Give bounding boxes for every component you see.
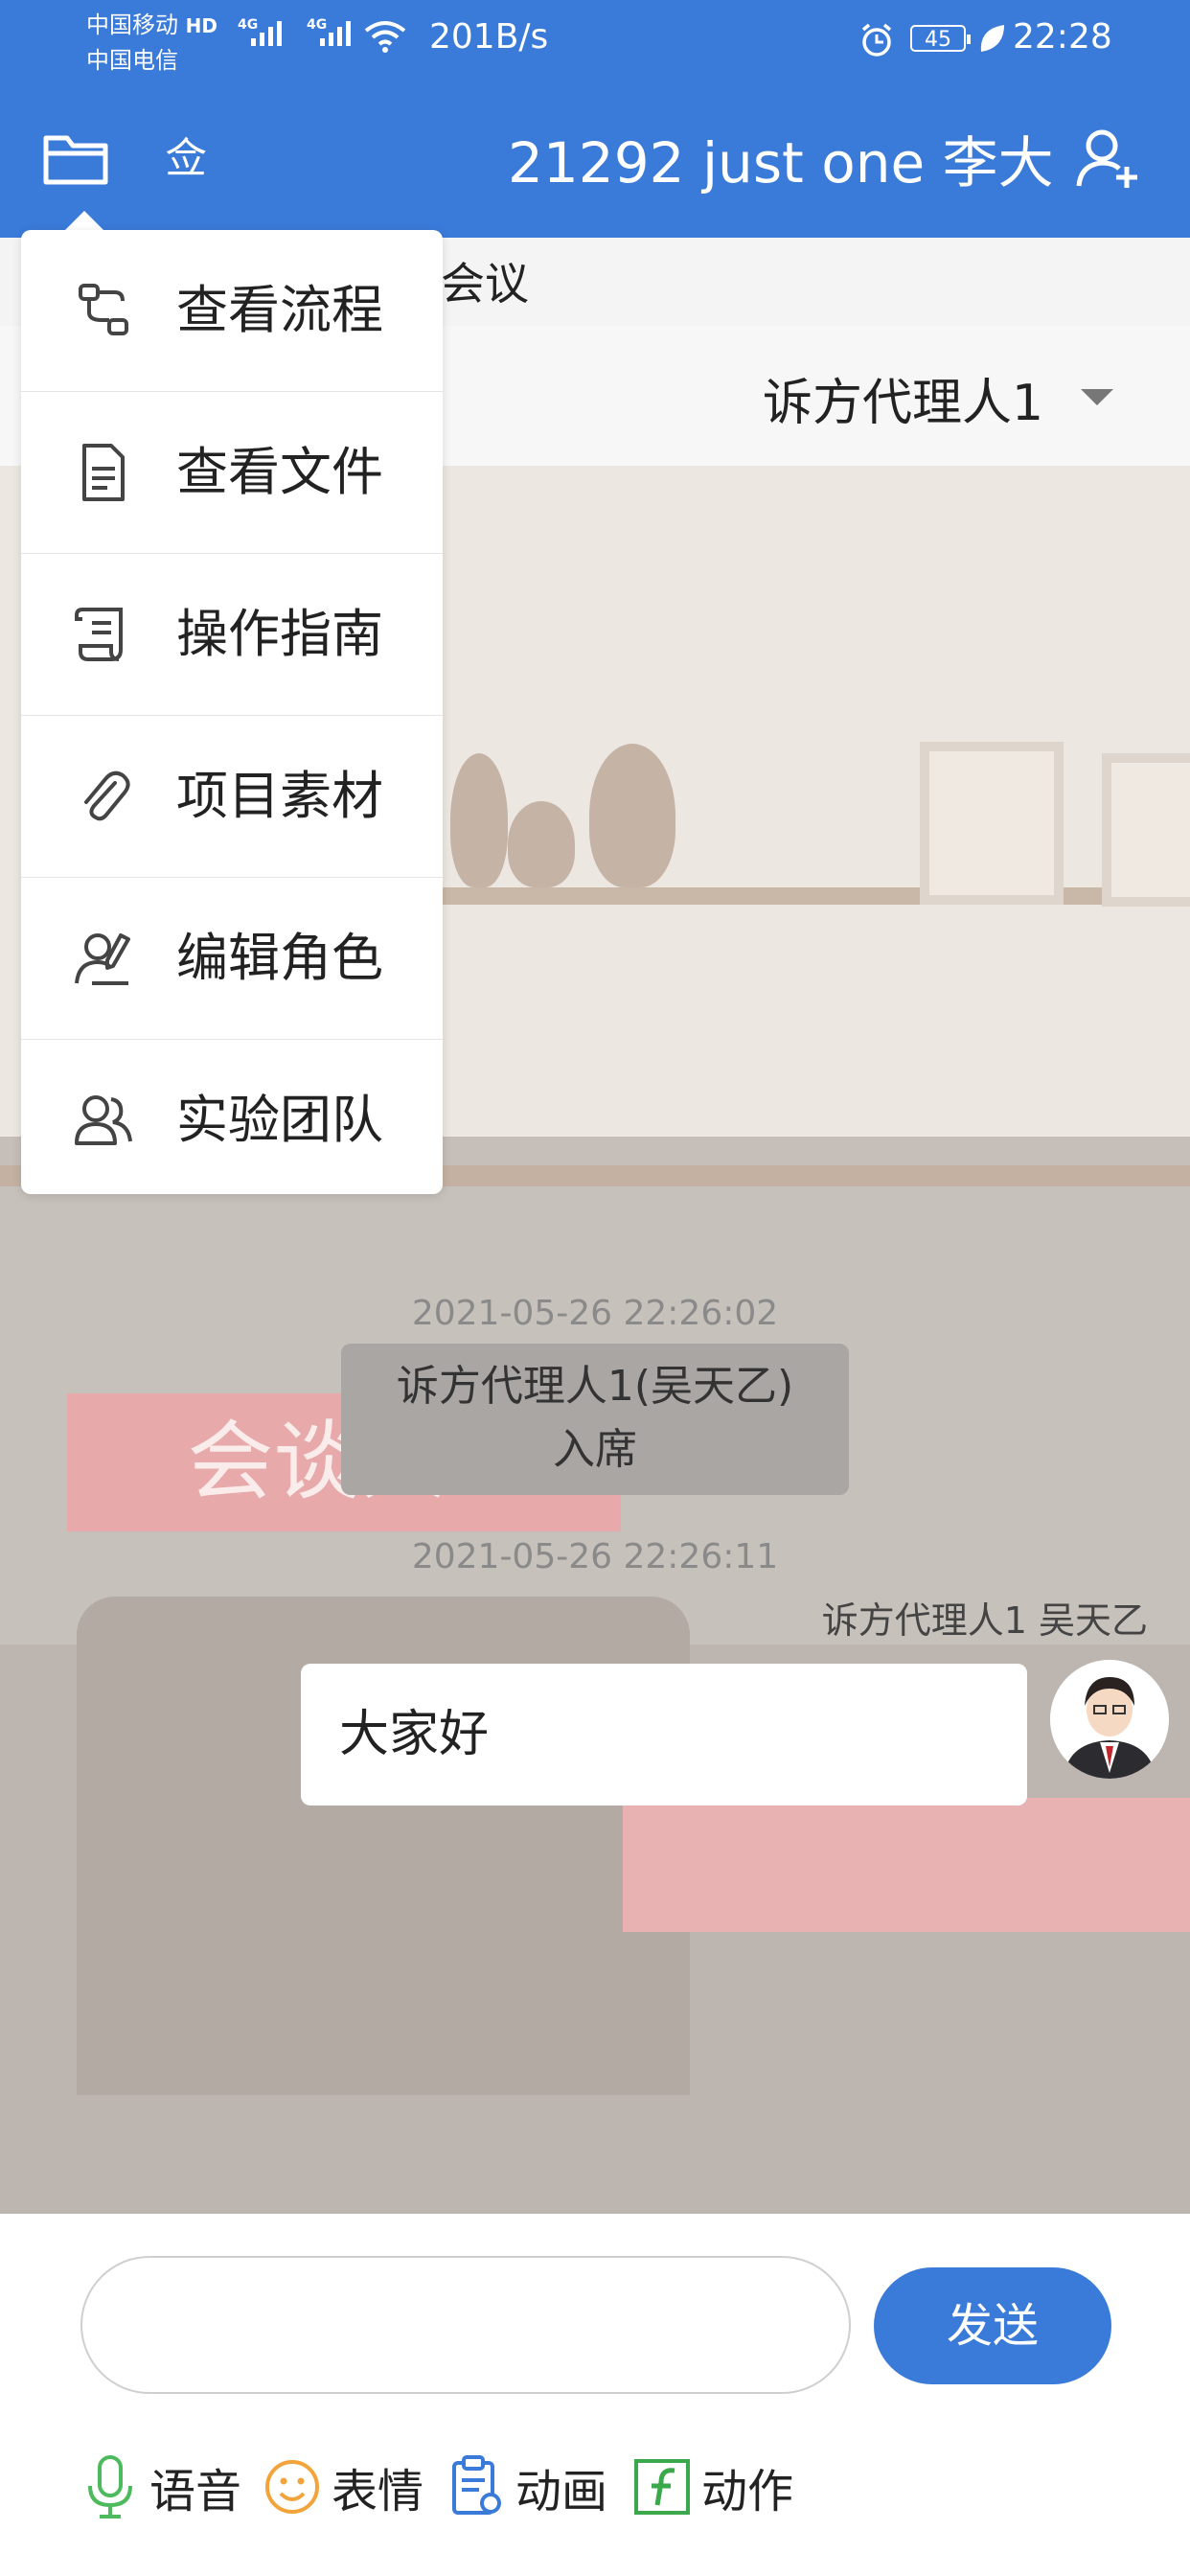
system-message: 诉方代理人1(吴天乙) 入席 [341, 1344, 849, 1495]
folder-menu-button[interactable] [40, 126, 111, 190]
wifi-icon [364, 21, 406, 53]
action-button[interactable]: 动作 [632, 2444, 793, 2530]
carrier-2: 中国电信 [86, 47, 178, 74]
add-user-button[interactable] [1075, 125, 1142, 192]
document-icon [82, 444, 125, 501]
message-input[interactable] [80, 2256, 851, 2394]
menu-item-team[interactable]: 实验团队 [21, 1040, 443, 1201]
signal-icon-2: 4G [307, 17, 351, 46]
page-title: 21292 just one 李大 [508, 130, 1054, 196]
chat-bubble[interactable]: 大家好 [301, 1664, 1027, 1806]
action-label: 动作 [701, 2465, 794, 2518]
voice-button[interactable]: 语音 [80, 2444, 241, 2530]
animation-label: 动画 [515, 2465, 608, 2518]
role-selector[interactable]: 诉方代理人1 [763, 362, 1043, 434]
smiley-icon [265, 2460, 319, 2514]
emoji-button[interactable]: 表情 [263, 2444, 423, 2530]
voice-label: 语音 [149, 2465, 242, 2518]
menu-item-edit-role[interactable]: 编辑角色 [21, 878, 443, 1040]
message-timestamp: 2021-05-26 22:26:02 [411, 1294, 779, 1333]
leaf-icon [980, 25, 1004, 52]
emoji-label: 表情 [332, 2465, 424, 2518]
signal-icon: 4G [238, 17, 282, 46]
avatar[interactable] [1050, 1660, 1169, 1779]
menu-item-label: 实验团队 [176, 1090, 383, 1150]
edit-role-icon [75, 933, 130, 985]
menu-item-label: 操作指南 [176, 604, 383, 664]
menu-item-label: 查看流程 [176, 280, 383, 340]
send-button[interactable]: 发送 [874, 2267, 1111, 2384]
flow-icon [79, 284, 128, 335]
net-speed: 201B/s [429, 17, 549, 57]
menu-item-label: 项目素材 [176, 766, 383, 826]
message-timestamp: 2021-05-26 22:26:11 [411, 1537, 779, 1576]
clipboard-icon [452, 2455, 501, 2515]
dictionary-button[interactable]: 佥 [165, 130, 213, 188]
battery-indicator: 45 [910, 25, 971, 52]
menu-item-label: 查看文件 [176, 442, 383, 502]
carrier-1: 中国移动 [86, 12, 178, 38]
caret-down-icon[interactable] [1081, 389, 1113, 405]
alarm-icon [861, 23, 892, 57]
microphone-icon [88, 2455, 132, 2518]
menu-item-view-files[interactable]: 查看文件 [21, 392, 443, 554]
app-header: 中国移动 HD 中国电信 4G 4G 201B/s 45 22:28 佥 212… [0, 0, 1190, 238]
clock: 22:28 [1013, 17, 1112, 57]
meeting-subtitle: 会议 [441, 258, 529, 310]
menu-item-view-flow[interactable]: 查看流程 [21, 230, 443, 392]
flash-action-icon [634, 2459, 690, 2515]
paperclip-icon [84, 770, 130, 821]
menu-item-label: 编辑角色 [176, 928, 383, 988]
message-sender: 诉方代理人1 吴天乙 [821, 1599, 1148, 1642]
menu-item-materials[interactable]: 项目素材 [21, 716, 443, 878]
team-icon [75, 1095, 132, 1145]
carrier-info: 中国移动 HD 中国电信 [86, 8, 217, 78]
animation-button[interactable]: 动画 [446, 2444, 607, 2530]
scroll-guide-icon [75, 608, 123, 661]
hd-badge: HD [185, 14, 217, 37]
folder-dropdown-menu: 查看流程 查看文件 操作指南 项目素材 编辑角色 实验团队 [21, 230, 443, 1194]
menu-item-guide[interactable]: 操作指南 [21, 554, 443, 716]
